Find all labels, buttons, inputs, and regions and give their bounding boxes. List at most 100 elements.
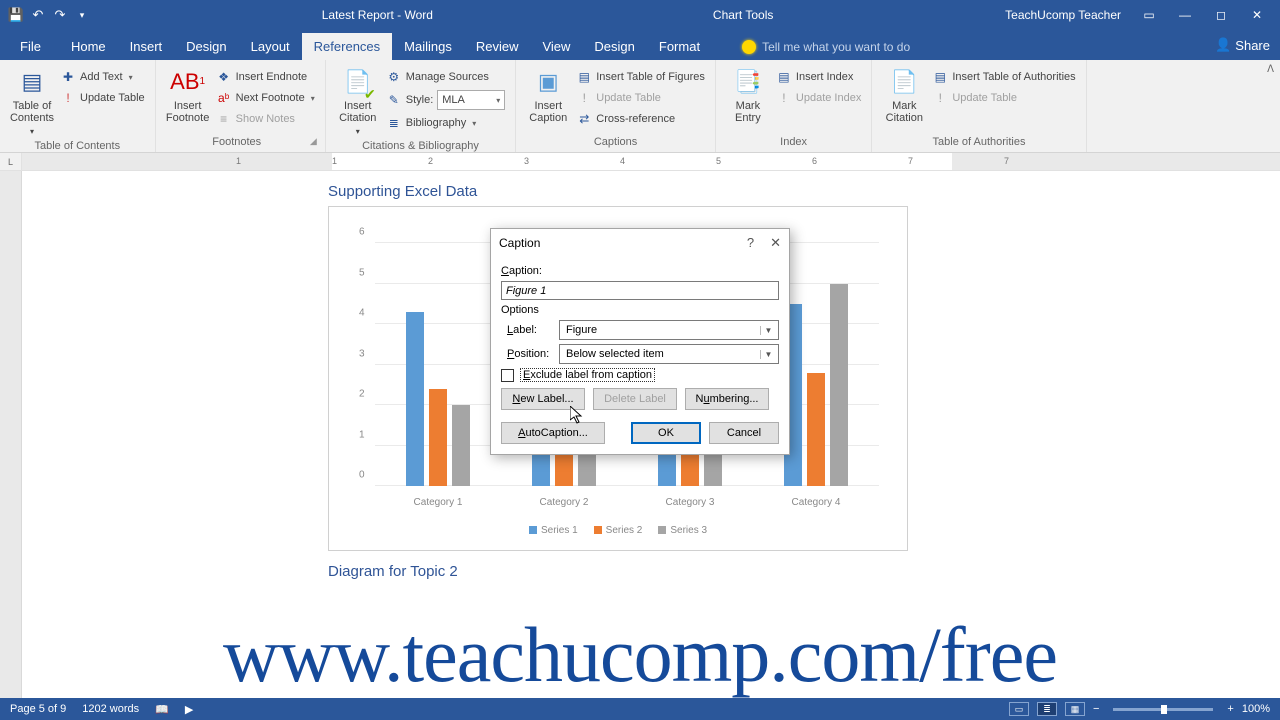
insert-citation-button[interactable]: 📄✔ InsertCitation ▾ (334, 64, 382, 140)
caption-input[interactable]: Figure 1 (501, 281, 779, 300)
lightbulb-icon (742, 40, 756, 54)
next-footnote-icon: aᵇ (216, 90, 232, 106)
chart-bar (429, 389, 447, 486)
read-mode-icon[interactable]: ▭ (1009, 702, 1029, 716)
cancel-button[interactable]: Cancel (709, 422, 779, 444)
dialog-close-icon[interactable]: ✕ (770, 235, 781, 251)
update-tof-button[interactable]: !Update Table (574, 89, 707, 107)
ribbon-options-icon[interactable]: ▭ (1141, 7, 1157, 23)
ribbon-tabs: File Home Insert Design Layout Reference… (0, 30, 1280, 60)
tab-file[interactable]: File (2, 33, 59, 60)
web-layout-icon[interactable]: ▦ (1065, 702, 1085, 716)
bibliography-button[interactable]: ≣Bibliography (384, 114, 508, 132)
undo-icon[interactable]: ↶ (30, 7, 46, 23)
label-field-label: Label: (501, 324, 553, 336)
citation-icon: 📄✔ (342, 66, 374, 98)
insert-endnote-button[interactable]: ❖Insert Endnote (214, 68, 317, 86)
tab-chart-design[interactable]: Design (582, 33, 646, 60)
close-icon[interactable]: ✕ (1249, 7, 1265, 23)
share-button[interactable]: 👤 Share (1215, 30, 1270, 60)
insert-index-button[interactable]: ▤Insert Index (774, 68, 863, 86)
dialog-help-icon[interactable]: ? (747, 235, 754, 251)
word-count[interactable]: 1202 words (82, 703, 139, 715)
cursor-icon (570, 406, 584, 424)
update-toc-button[interactable]: !Update Table (58, 89, 147, 107)
zoom-level[interactable]: 100% (1242, 703, 1270, 715)
table-of-contents-button[interactable]: ▤ Table ofContents ▾ (8, 64, 56, 140)
toc-icon: ▤ (16, 66, 48, 98)
tab-mailings[interactable]: Mailings (392, 33, 464, 60)
title-bar: 💾 ↶ ↷ ▾ Latest Report - Word Chart Tools… (0, 0, 1280, 30)
dialog-titlebar[interactable]: Caption ? ✕ (491, 229, 789, 257)
cross-reference-button[interactable]: ⇄Cross-reference (574, 110, 707, 128)
chart-x-label: Category 2 (540, 497, 589, 508)
next-footnote-button[interactable]: aᵇNext Footnote (214, 89, 317, 107)
show-notes-icon: ≡ (216, 111, 232, 127)
insert-footnote-button[interactable]: AB1 InsertFootnote (164, 64, 212, 126)
tab-design[interactable]: Design (174, 33, 238, 60)
tab-insert[interactable]: Insert (118, 33, 175, 60)
insert-toa-button[interactable]: ▤Insert Table of Authorities (930, 68, 1077, 86)
update-index-button[interactable]: !Update Index (774, 89, 863, 107)
tell-me-search[interactable]: Tell me what you want to do (742, 34, 910, 60)
user-name: TeachUcomp Teacher (1005, 8, 1121, 22)
options-section-label: Options (501, 304, 779, 316)
spellcheck-icon[interactable]: 📖 (155, 703, 169, 716)
insert-table-of-figures-button[interactable]: ▤Insert Table of Figures (574, 68, 707, 86)
maximize-icon[interactable]: ◻ (1213, 7, 1229, 23)
save-icon[interactable]: 💾 (8, 7, 24, 23)
style-icon: ✎ (386, 92, 402, 108)
chart-bar (807, 373, 825, 486)
insert-caption-button[interactable]: ▣ InsertCaption (524, 64, 572, 126)
exclude-label-checkbox[interactable] (501, 369, 514, 382)
tab-view[interactable]: View (530, 33, 582, 60)
tab-selector[interactable]: L (0, 153, 22, 171)
mark-entry-button[interactable]: 📑 MarkEntry (724, 64, 772, 126)
caption-icon: ▣ (532, 66, 564, 98)
numbering-button[interactable]: Numbering... (685, 388, 769, 410)
label-select[interactable]: Figure▼ (559, 320, 779, 340)
chart-legend: Series 1Series 2Series 3 (329, 525, 907, 536)
mark-citation-button[interactable]: 📄 MarkCitation (880, 64, 928, 126)
collapse-ribbon-icon[interactable]: ᐱ (1267, 64, 1274, 75)
insert-index-icon: ▤ (776, 69, 792, 85)
macro-icon[interactable]: ▶ (185, 703, 193, 716)
add-text-button[interactable]: ✚Add Text (58, 68, 147, 86)
chart-x-label: Category 4 (792, 497, 841, 508)
citation-style-select[interactable]: ✎Style: MLA▾ (384, 89, 508, 111)
toa-icon: ▤ (932, 69, 948, 85)
watermark-url: www.teachucomp.com/free (0, 616, 1280, 694)
tab-layout[interactable]: Layout (239, 33, 302, 60)
zoom-out-icon[interactable]: − (1093, 703, 1099, 715)
share-icon: 👤 (1215, 37, 1231, 53)
print-layout-icon[interactable]: ≣ (1037, 702, 1057, 716)
tab-references[interactable]: References (302, 33, 392, 60)
manage-sources-button[interactable]: ⚙Manage Sources (384, 68, 508, 86)
autocaption-button[interactable]: AutoCaption... (501, 422, 605, 444)
page-indicator[interactable]: Page 5 of 9 (10, 703, 66, 715)
tab-review[interactable]: Review (464, 33, 531, 60)
manage-sources-icon: ⚙ (386, 69, 402, 85)
qat-customize-icon[interactable]: ▾ (74, 7, 90, 23)
update-toa-button[interactable]: !Update Table (930, 89, 1077, 107)
update-toc-icon: ! (60, 90, 76, 106)
zoom-in-icon[interactable]: + (1227, 703, 1233, 715)
show-notes-button[interactable]: ≡Show Notes (214, 110, 317, 128)
position-select[interactable]: Below selected item▼ (559, 344, 779, 364)
ok-button[interactable]: OK (631, 422, 701, 444)
redo-icon[interactable]: ↷ (52, 7, 68, 23)
minimize-icon[interactable]: — (1177, 7, 1193, 23)
chart-heading: Supporting Excel Data (228, 179, 1048, 206)
update-toa-icon: ! (932, 90, 948, 106)
tell-me-placeholder: Tell me what you want to do (762, 40, 910, 54)
group-label-citations: Citations & Bibliography (334, 140, 508, 154)
footnotes-launcher-icon[interactable]: ◢ (310, 136, 317, 148)
ribbon: ᐱ ▤ Table ofContents ▾ ✚Add Text !Update… (0, 60, 1280, 153)
zoom-slider[interactable] (1113, 708, 1213, 711)
tab-home[interactable]: Home (59, 33, 118, 60)
delete-label-button: Delete Label (593, 388, 677, 410)
horizontal-ruler[interactable]: 1 1 2 3 4 5 6 7 7 (22, 153, 1280, 170)
group-label-captions: Captions (524, 136, 707, 150)
exclude-label-text: Exclude label from caption (520, 368, 655, 382)
tab-chart-format[interactable]: Format (647, 33, 712, 60)
